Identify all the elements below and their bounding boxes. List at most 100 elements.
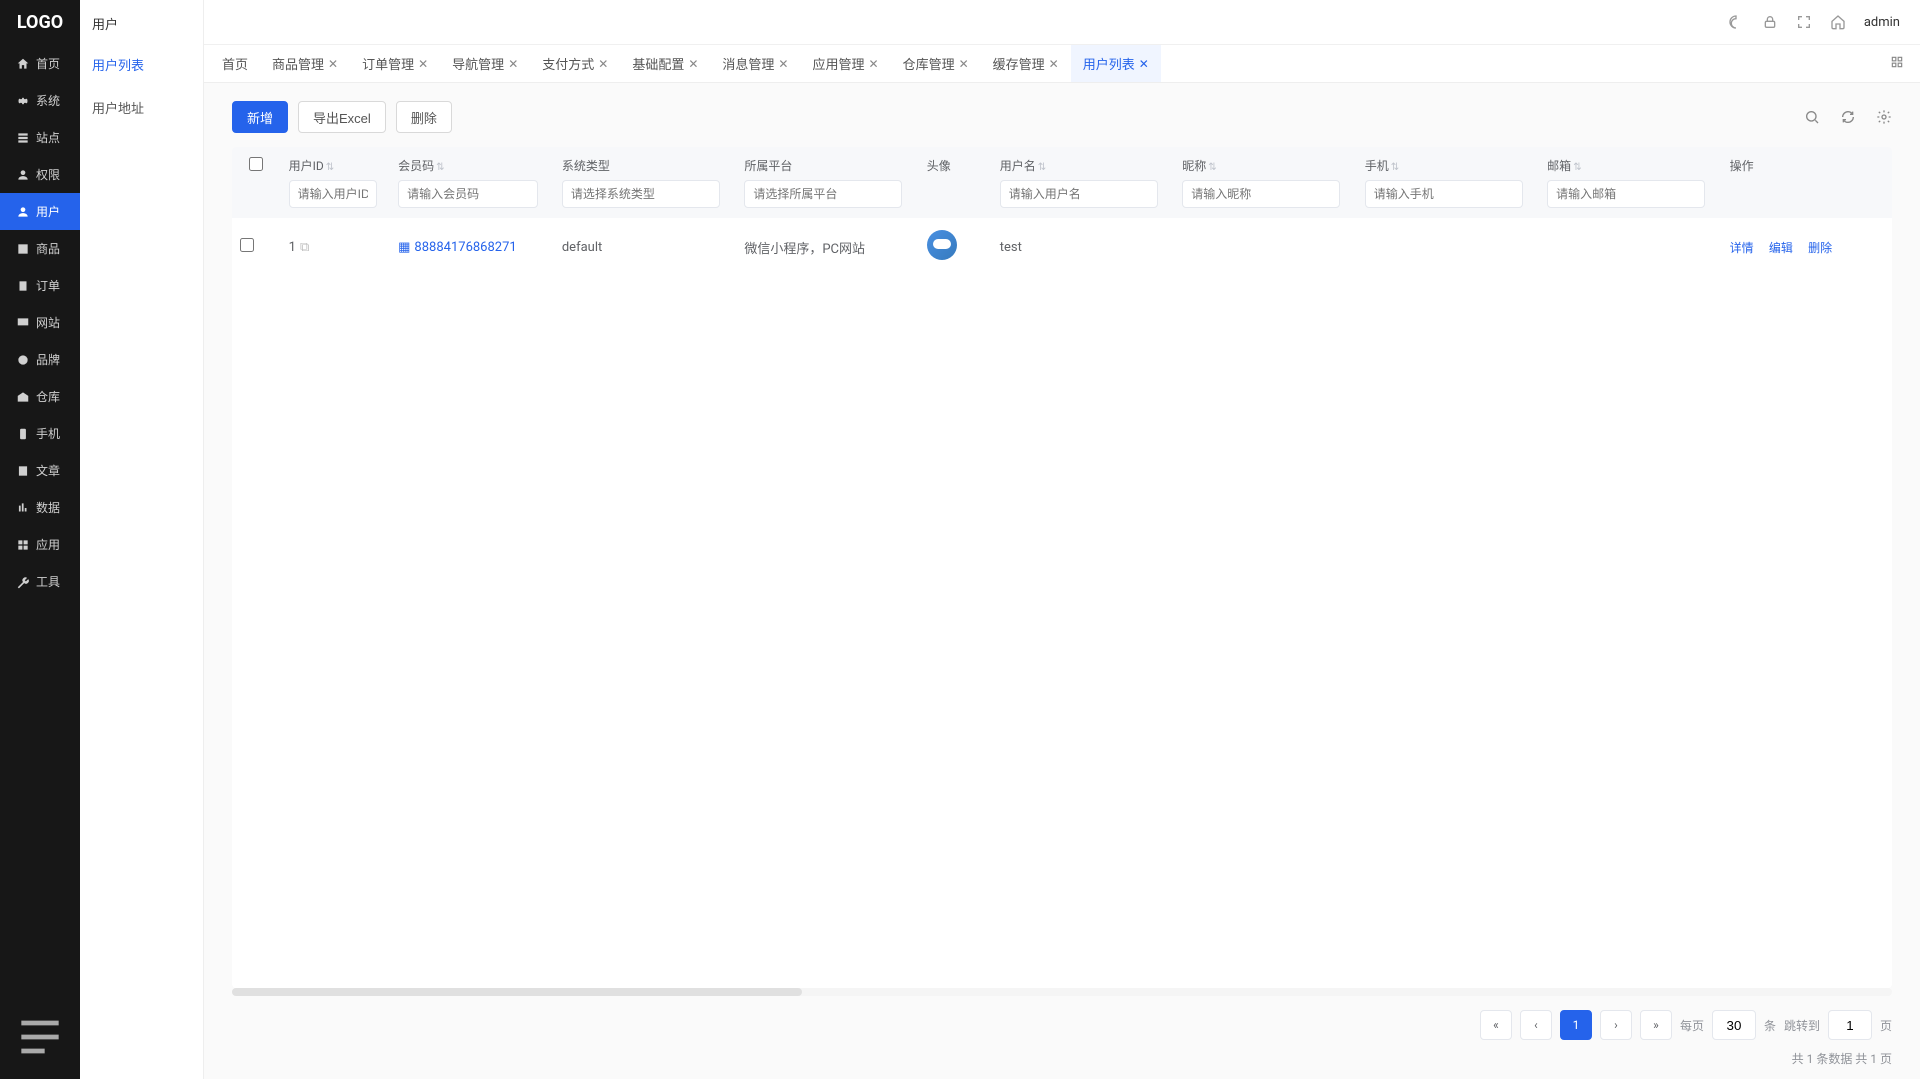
nav-tools[interactable]: 工具 [0, 563, 80, 600]
monitor-icon [16, 316, 30, 330]
tab-product[interactable]: 商品管理✕ [260, 45, 350, 82]
action-detail-link[interactable]: 详情 [1730, 241, 1754, 255]
chart-icon [16, 501, 30, 515]
filter-userid-input[interactable] [289, 180, 378, 208]
tab-home[interactable]: 首页 [210, 45, 260, 82]
nav-home[interactable]: 首页 [0, 45, 80, 82]
tab-cache[interactable]: 缓存管理✕ [981, 45, 1071, 82]
sort-icon[interactable]: ⇅ [326, 162, 334, 173]
nav-brand[interactable]: 品牌 [0, 341, 80, 378]
order-icon [16, 279, 30, 293]
pager-summary: 共 1 条数据 共 1 页 [232, 1044, 1892, 1067]
row-checkbox[interactable] [240, 238, 254, 252]
wrench-icon [16, 575, 30, 589]
per-page-label: 每页 [1680, 1017, 1704, 1034]
tab-warehouse[interactable]: 仓库管理✕ [891, 45, 981, 82]
close-icon[interactable]: ✕ [869, 57, 879, 71]
pagination: « ‹ 1 › » 每页 条 跳转到 页 [232, 996, 1892, 1044]
export-excel-button[interactable]: 导出Excel [298, 101, 386, 133]
nav-label: 系统 [36, 92, 60, 109]
close-icon[interactable]: ✕ [418, 57, 428, 71]
tab-nav[interactable]: 导航管理✕ [440, 45, 530, 82]
nav-label: 用户 [36, 203, 60, 220]
filter-platform-select[interactable] [744, 180, 902, 208]
nav-site[interactable]: 站点 [0, 119, 80, 156]
refresh-icon[interactable] [1840, 109, 1856, 125]
nav-label: 品牌 [36, 351, 60, 368]
apps-icon [16, 538, 30, 552]
nav-article[interactable]: 文章 [0, 452, 80, 489]
close-icon[interactable]: ✕ [508, 57, 518, 71]
nav-data[interactable]: 数据 [0, 489, 80, 526]
close-icon[interactable]: ✕ [1139, 57, 1149, 71]
page-first-button[interactable]: « [1480, 1010, 1512, 1040]
action-edit-link[interactable]: 编辑 [1769, 241, 1793, 255]
filter-member-input[interactable] [398, 180, 538, 208]
nav-system[interactable]: 系统 [0, 82, 80, 119]
search-icon[interactable] [1804, 109, 1820, 125]
close-icon[interactable]: ✕ [778, 57, 788, 71]
horizontal-scrollbar[interactable] [232, 988, 1892, 996]
theme-icon[interactable] [1728, 14, 1744, 30]
action-delete-link[interactable]: 删除 [1808, 241, 1832, 255]
sort-icon[interactable]: ⇅ [1208, 162, 1216, 173]
tab-userlist[interactable]: 用户列表✕ [1071, 45, 1161, 82]
close-icon[interactable]: ✕ [959, 57, 969, 71]
nav-label: 权限 [36, 166, 60, 183]
copy-icon[interactable]: ⧉ [300, 240, 309, 255]
sort-icon[interactable]: ⇅ [1038, 162, 1046, 173]
cell-member[interactable]: 88884176868271 [414, 240, 516, 255]
filter-nickname-input[interactable] [1182, 180, 1340, 208]
nav-order[interactable]: 订单 [0, 267, 80, 304]
tab-app[interactable]: 应用管理✕ [800, 45, 890, 82]
select-all-checkbox[interactable] [249, 157, 263, 171]
jump-input[interactable] [1828, 1010, 1872, 1040]
tab-order[interactable]: 订单管理✕ [350, 45, 440, 82]
lock-icon[interactable] [1762, 14, 1778, 30]
page-next-button[interactable]: › [1600, 1010, 1632, 1040]
tab-basic[interactable]: 基础配置✕ [620, 45, 710, 82]
add-button[interactable]: 新增 [232, 101, 288, 133]
close-icon[interactable]: ✕ [598, 57, 608, 71]
nav-label: 网站 [36, 314, 60, 331]
sidebar-collapse-button[interactable] [0, 995, 80, 1079]
nav-warehouse[interactable]: 仓库 [0, 378, 80, 415]
per-page-input[interactable] [1712, 1010, 1756, 1040]
filter-phone-input[interactable] [1365, 180, 1523, 208]
tab-payment[interactable]: 支付方式✕ [530, 45, 620, 82]
page-prev-button[interactable]: ‹ [1520, 1010, 1552, 1040]
topbar-user[interactable]: admin [1864, 15, 1900, 30]
subside-item-userlist[interactable]: 用户列表 [80, 43, 203, 86]
nav-mobile[interactable]: 手机 [0, 415, 80, 452]
filter-systype-select[interactable] [562, 180, 720, 208]
settings-icon[interactable] [1876, 109, 1892, 125]
col-userid-label: 用户ID [289, 159, 324, 173]
user-icon [16, 168, 30, 182]
sort-icon[interactable]: ⇅ [1573, 162, 1581, 173]
tab-msg[interactable]: 消息管理✕ [710, 45, 800, 82]
fullscreen-icon[interactable] [1796, 14, 1812, 30]
tabs: 首页 商品管理✕ 订单管理✕ 导航管理✕ 支付方式✕ 基础配置✕ 消息管理✕ 应… [204, 45, 1920, 83]
subside-item-useraddress[interactable]: 用户地址 [80, 86, 203, 129]
home-icon[interactable] [1830, 14, 1846, 30]
subside-title: 用户 [80, 0, 203, 43]
col-systype-label: 系统类型 [562, 157, 728, 174]
mobile-icon [16, 427, 30, 441]
close-icon[interactable]: ✕ [1049, 57, 1059, 71]
sort-icon[interactable]: ⇅ [436, 162, 444, 173]
page-last-button[interactable]: » [1640, 1010, 1672, 1040]
close-icon[interactable]: ✕ [688, 57, 698, 71]
qrcode-icon[interactable]: ▦ [398, 240, 410, 255]
close-icon[interactable]: ✕ [328, 57, 338, 71]
filter-username-input[interactable] [1000, 180, 1158, 208]
tabs-menu-icon[interactable] [1880, 55, 1914, 73]
nav-user[interactable]: 用户 [0, 193, 80, 230]
delete-button[interactable]: 删除 [396, 101, 452, 133]
page-current-button[interactable]: 1 [1560, 1010, 1592, 1040]
nav-app[interactable]: 应用 [0, 526, 80, 563]
filter-email-input[interactable] [1547, 180, 1705, 208]
nav-website[interactable]: 网站 [0, 304, 80, 341]
sort-icon[interactable]: ⇅ [1391, 162, 1399, 173]
nav-product[interactable]: 商品 [0, 230, 80, 267]
nav-permission[interactable]: 权限 [0, 156, 80, 193]
